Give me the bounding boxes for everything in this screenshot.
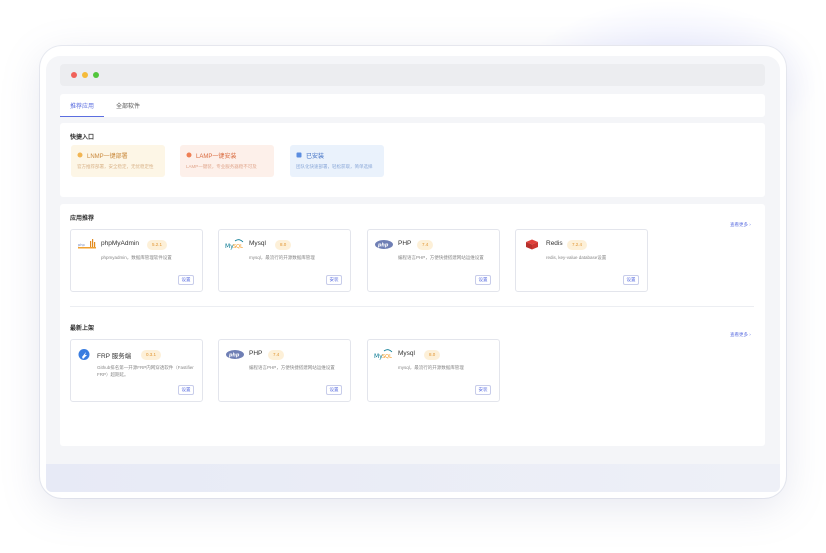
app-card-mysql-latest[interactable]: My SQL Mysql 8.0 mysql，最流行的开源数据库管理 安装 xyxy=(367,339,500,402)
app-description: phpmyadmin，数据库管理软件设置 xyxy=(101,255,172,260)
app-name: PHP xyxy=(249,350,263,357)
quick-entry-panel: 快捷入口 LNMP一键部署 官方推荐部署，安全稳定，无忧稳定性 LAMP一键安装… xyxy=(60,123,765,197)
version-badge: 7.2.4 xyxy=(567,240,588,250)
version-badge: 5.2.1 xyxy=(147,240,168,250)
version-badge: 8.0 xyxy=(424,350,441,360)
version-badge: 7.4 xyxy=(417,240,434,250)
svg-text:php: php xyxy=(78,243,85,247)
settings-button[interactable]: 设置 xyxy=(178,385,194,395)
php-icon: php xyxy=(225,348,245,361)
app-window: 推荐应用 全部软件 快捷入口 LNMP一键部署 官方推荐部署，安全稳定，无忧稳定… xyxy=(46,56,780,492)
chevron-right-icon: › xyxy=(749,222,751,227)
latest-more-label: 查看更多 xyxy=(730,332,748,337)
settings-button[interactable]: 设置 xyxy=(326,385,342,395)
app-card-phpmyadmin[interactable]: php phpMyAdmin 5.2.1 phpmyadmin，数据库管理软件设… xyxy=(70,229,203,292)
quick-card-installed[interactable]: 已安装 团队化快速部署，轻松获取，简单选择 xyxy=(290,145,384,177)
install-button[interactable]: 安装 xyxy=(326,275,342,285)
version-badge: 0.3.1 xyxy=(141,350,162,360)
quick-card-lnmp-desc: 官方推荐部署，安全稳定，无忧稳定性 xyxy=(77,164,154,169)
quick-card-installed-desc: 团队化快速部署，轻松获取，简单选择 xyxy=(296,164,373,169)
app-description: redis, key-value database设置 xyxy=(546,255,607,260)
mysql-icon: My SQL xyxy=(225,238,245,251)
app-card-frp[interactable]: FRP 服务端 0.3.1 Github排名第一开源FRP内网穿透软件（Fast… xyxy=(70,339,203,402)
app-name: FRP 服务端 xyxy=(97,353,132,360)
chevron-right-icon: › xyxy=(749,332,751,337)
app-card-php-latest[interactable]: php PHP 7.4 编程语言PHP，方便快捷搭建网站运维设置 设置 xyxy=(218,339,351,402)
app-description: mysql，最流行的开源数据库管理 xyxy=(249,255,315,260)
app-name: Redis xyxy=(546,240,563,247)
maximize-window-dot[interactable] xyxy=(93,72,99,78)
app-name: phpMyAdmin xyxy=(101,240,139,247)
quick-entry-title: 快捷入口 xyxy=(70,135,95,141)
latest-more-link[interactable]: 查看更多 › xyxy=(730,332,751,338)
app-card-redis[interactable]: Redis 7.2.4 redis, key-value database设置 … xyxy=(515,229,648,292)
settings-button[interactable]: 设置 xyxy=(178,275,194,285)
quick-card-lamp-desc: LAMP一键装，专业服务器稳不可及 xyxy=(186,164,257,169)
app-description: Github排名第一开源FRP内网穿透软件（Fastifier FRP）超期延。 xyxy=(97,365,194,377)
apps-panel: 应用推荐 查看更多 › php phpMyAdmin 5.2.1 phpmyad… xyxy=(60,204,765,446)
recommended-title: 应用推荐 xyxy=(70,216,95,222)
recommended-more-link[interactable]: 查看更多 › xyxy=(730,222,751,228)
quick-card-lamp-title: LAMP一键安装 xyxy=(196,154,237,160)
lnmp-icon xyxy=(77,152,83,160)
version-badge: 7.4 xyxy=(268,350,285,360)
php-icon: php xyxy=(374,238,394,251)
app-name: Mysql xyxy=(398,350,415,357)
close-window-dot[interactable] xyxy=(71,72,77,78)
window-footer xyxy=(46,464,780,492)
recommended-more-label: 查看更多 xyxy=(730,222,748,227)
svg-text:php: php xyxy=(228,352,240,358)
mysql-icon: My SQL xyxy=(374,348,394,361)
svg-text:SQL: SQL xyxy=(233,244,243,250)
tab-bar: 推荐应用 全部软件 xyxy=(60,94,765,117)
quick-card-lamp[interactable]: LAMP一键安装 LAMP一键装，专业服务器稳不可及 xyxy=(180,145,274,177)
app-description: 编程语言PHP，方便快捷搭建网站运维设置 xyxy=(398,255,484,260)
title-bar xyxy=(60,64,765,86)
frp-icon xyxy=(77,348,97,361)
svg-text:SQL: SQL xyxy=(382,354,392,360)
minimize-window-dot[interactable] xyxy=(82,72,88,78)
app-card-php[interactable]: php PHP 7.4 编程语言PHP，方便快捷搭建网站运维设置 设置 xyxy=(367,229,500,292)
version-badge: 8.0 xyxy=(275,240,292,250)
redis-icon xyxy=(522,238,542,251)
app-description: 编程语言PHP，方便快捷搭建网站运维设置 xyxy=(249,365,335,370)
section-divider xyxy=(70,306,754,307)
quick-card-installed-title: 已安装 xyxy=(306,154,325,160)
installed-icon xyxy=(296,152,302,160)
app-name: Mysql xyxy=(249,240,266,247)
install-button[interactable]: 安装 xyxy=(475,385,491,395)
quick-card-lnmp[interactable]: LNMP一键部署 官方推荐部署，安全稳定，无忧稳定性 xyxy=(71,145,165,177)
quick-card-lnmp-title: LNMP一键部署 xyxy=(87,154,128,160)
lamp-icon xyxy=(186,152,192,160)
tab-all-software[interactable]: 全部软件 xyxy=(104,94,152,117)
phpmyadmin-icon: php xyxy=(77,238,97,251)
app-card-mysql[interactable]: My SQL Mysql 8.0 mysql，最流行的开源数据库管理 安装 xyxy=(218,229,351,292)
latest-title: 最新上架 xyxy=(70,326,95,332)
svg-text:php: php xyxy=(377,242,389,248)
settings-button[interactable]: 设置 xyxy=(475,275,491,285)
app-description: mysql，最流行的开源数据库管理 xyxy=(398,365,464,370)
app-name: PHP xyxy=(398,240,412,247)
tab-recommended[interactable]: 推荐应用 xyxy=(60,94,104,117)
settings-button[interactable]: 设置 xyxy=(623,275,639,285)
